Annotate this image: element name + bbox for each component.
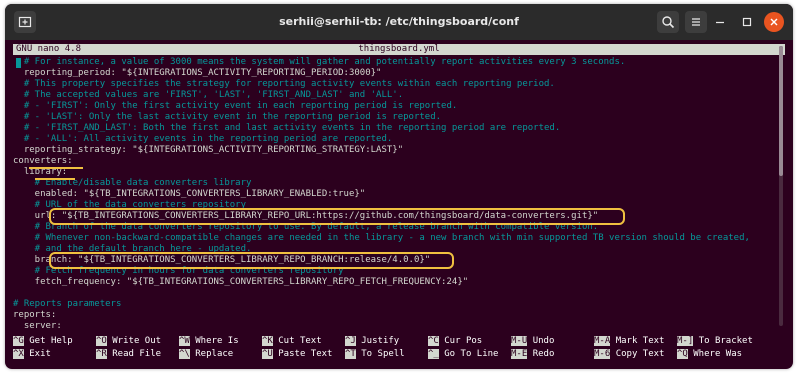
editor-line: # Reports parameters — [13, 299, 122, 309]
shortcut-label: Go To Line — [444, 349, 499, 359]
shortcut-key: ^J — [345, 336, 356, 346]
shortcut-key: ^R — [96, 349, 107, 359]
editor-line: enabled: "${TB_INTEGRATIONS_CONVERTERS_L… — [13, 189, 366, 199]
shortcut-label: Get Help — [29, 336, 73, 346]
shortcut-key: ^T — [345, 349, 356, 359]
title-bar: serhii@serhii-tb: /etc/thingsboard/conf — [5, 4, 793, 40]
url-highlight-annotation — [49, 208, 625, 225]
editor-line: converters: — [13, 156, 73, 166]
maximize-button[interactable] — [737, 12, 757, 32]
shortcut-key: M-U — [511, 336, 528, 346]
shortcut-key: ^C — [428, 336, 439, 346]
shortcut-label: To Bracket — [698, 336, 753, 346]
editor-line: # Whenever non-backward-compatible chang… — [13, 233, 750, 243]
shortcut-key: M-E — [511, 349, 528, 359]
shortcut-key: ^Q — [677, 349, 688, 359]
editor-line: # - 'ALL': All activity events in the re… — [13, 134, 393, 144]
editor-line: # - 'LAST': Only the last activity event… — [13, 112, 442, 122]
shortcut-label: Justify — [361, 336, 400, 346]
shortcut-go-to-line[interactable]: ^_ Go To Line — [428, 349, 498, 360]
shortcut-bar: ^G Get Help ^X Exit ^O Write Out ^R Read… — [13, 336, 785, 364]
shortcut-get-help[interactable]: ^G Get Help — [13, 336, 73, 347]
shortcut-key: ^G — [13, 336, 24, 346]
editor-line: fetch_frequency: "${TB_INTEGRATIONS_CONV… — [13, 277, 469, 287]
shortcut-to-spell[interactable]: ^T To Spell — [345, 349, 405, 360]
shortcut-key: ^U — [262, 349, 273, 359]
minimize-button[interactable] — [710, 12, 730, 32]
shortcut-where-was[interactable]: ^Q Where Was — [677, 349, 742, 360]
shortcut-cur-pos[interactable]: ^C Cur Pos — [428, 336, 482, 347]
editor-line: # This property specifies the strategy f… — [13, 79, 555, 89]
shortcut-key: ^_ — [428, 349, 439, 359]
hamburger-menu-icon — [692, 18, 700, 26]
converters-underline-annotation — [29, 167, 83, 169]
shortcut-copy-text[interactable]: M-6 Copy Text — [594, 349, 664, 360]
shortcut-paste-text[interactable]: ^U Paste Text — [262, 349, 332, 360]
shortcut-undo[interactable]: M-U Undo — [511, 336, 554, 347]
shortcut-key: ^X — [13, 349, 24, 359]
new-tab-icon — [18, 16, 32, 28]
shortcut-label: Read File — [112, 349, 162, 359]
shortcut-label: Exit — [29, 349, 51, 359]
shortcut-label: Copy Text — [615, 349, 665, 359]
editor-line: reporting_period: "${INTEGRATIONS_ACTIVI… — [13, 68, 382, 78]
editor-line: reporting_strategy: "${INTEGRATIONS_ACTI… — [13, 145, 404, 155]
close-button[interactable] — [764, 12, 784, 32]
search-button[interactable] — [657, 11, 679, 33]
maximize-icon — [742, 17, 752, 27]
scrollbar-thumb[interactable] — [779, 46, 783, 176]
shortcut-write-out[interactable]: ^O Write Out — [96, 336, 161, 347]
shortcut-label: Redo — [532, 349, 555, 359]
shortcut-replace[interactable]: ^\ Replace — [179, 349, 233, 360]
shortcut-key: ^O — [96, 336, 107, 346]
shortcut-label: Where Is — [195, 336, 239, 346]
shortcut-label: Replace — [195, 349, 234, 359]
file-name: thingsboard.yml — [358, 44, 440, 54]
shortcut-redo[interactable]: M-E Redo — [511, 349, 554, 360]
editor-line: # - 'FIRST_AND_LAST': Both the first and… — [13, 123, 561, 133]
editor-line: # The accepted values are 'FIRST', 'LAST… — [13, 90, 404, 100]
shortcut-key: ^W — [179, 336, 190, 346]
vertical-scrollbar[interactable] — [779, 46, 783, 326]
editor-area[interactable]: # For instance, a value of 3000 means th… — [13, 57, 785, 331]
terminal-window: serhii@serhii-tb: /etc/thingsboard/conf — [5, 4, 793, 369]
shortcut-where-is[interactable]: ^W Where Is — [179, 336, 239, 347]
shortcut-key: M-] — [677, 336, 694, 346]
shortcut-to-bracket[interactable]: M-] To Bracket — [677, 336, 753, 347]
search-icon — [662, 16, 675, 29]
shortcut-exit[interactable]: ^X Exit — [13, 349, 51, 360]
nano-header-bar: GNU nano 4.8 thingsboard.yml — [13, 44, 785, 55]
editor-line: # For instance, a value of 3000 means th… — [13, 57, 626, 67]
shortcut-cut-text[interactable]: ^K Cut Text — [262, 336, 322, 347]
shortcut-read-file[interactable]: ^R Read File — [96, 349, 161, 360]
shortcut-label: Cut Text — [278, 336, 322, 346]
shortcut-label: Mark Text — [615, 336, 665, 346]
editor-line: reports: — [13, 310, 57, 320]
shortcut-label: Where Was — [693, 349, 743, 359]
library-underline-annotation — [35, 178, 75, 180]
editor-line: server: — [13, 321, 62, 331]
shortcut-key: M-A — [594, 336, 611, 346]
shortcut-key: ^K — [262, 336, 273, 346]
shortcut-key: M-6 — [594, 349, 611, 359]
shortcut-justify[interactable]: ^J Justify — [345, 336, 399, 347]
minimize-icon — [716, 21, 724, 24]
close-icon — [770, 18, 778, 26]
shortcut-mark-text[interactable]: M-A Mark Text — [594, 336, 664, 347]
shortcut-label: Undo — [532, 336, 555, 346]
editor-line: # - 'FIRST': Only the first activity eve… — [13, 101, 458, 111]
menu-button[interactable] — [685, 11, 707, 33]
shortcut-label: Cur Pos — [444, 336, 483, 346]
shortcut-label: Paste Text — [278, 349, 333, 359]
shortcut-label: To Spell — [361, 349, 405, 359]
shortcut-label: Write Out — [112, 336, 162, 346]
shortcut-key: ^\ — [179, 349, 190, 359]
branch-highlight-annotation — [49, 252, 454, 269]
new-tab-button[interactable] — [14, 11, 36, 33]
